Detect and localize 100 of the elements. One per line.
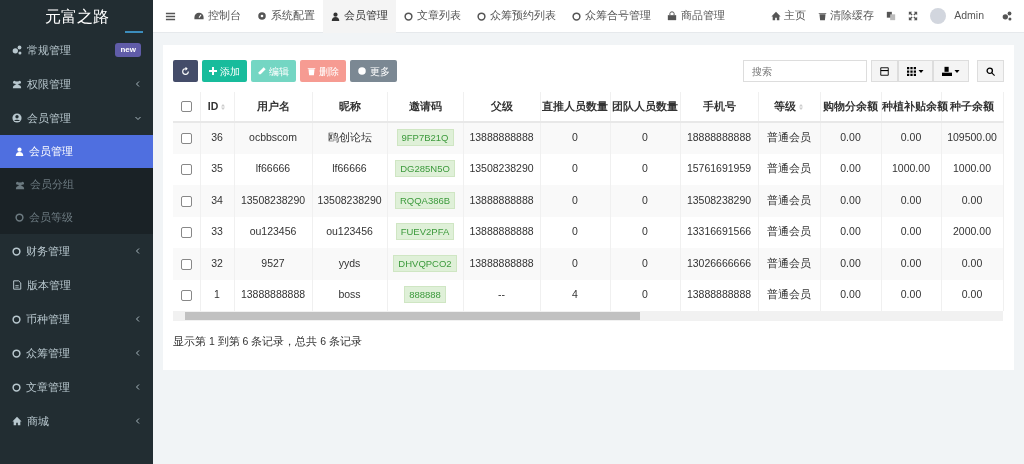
new-badge: new <box>115 43 141 57</box>
sidebar-item[interactable]: 币种管理 <box>0 302 153 336</box>
table-cell: 0.00 <box>961 193 983 206</box>
sidebar-item[interactable]: 众筹管理 <box>0 336 153 370</box>
table-cell: 35 <box>211 162 223 175</box>
circle-icon <box>15 213 24 222</box>
search-icon <box>986 66 995 76</box>
nav-tab[interactable]: 系统配置 <box>249 0 323 33</box>
nav-tab[interactable]: 众筹预约列表 <box>469 0 564 33</box>
table-cell: 0.00 <box>840 162 861 175</box>
table-cell: 0.00 <box>900 131 922 144</box>
home-link[interactable]: 主页 <box>765 0 813 33</box>
table-cell: 普通会员 <box>767 131 811 144</box>
table-cell: 普通会员 <box>767 256 811 269</box>
file-icon <box>12 280 22 290</box>
row-checkbox[interactable] <box>180 227 192 239</box>
table-cell: 0.00 <box>840 288 861 301</box>
sidebar-item[interactable]: 财务管理 <box>0 234 153 268</box>
column-header[interactable]: 等级 <box>774 99 796 112</box>
table-cell: 13888888888 <box>240 288 306 301</box>
invite-code-tag: 9FP7B21Q <box>396 129 454 147</box>
row-checkbox[interactable] <box>180 164 192 176</box>
table-cell: 13316691566 <box>686 225 752 238</box>
toggle-view-button[interactable] <box>871 60 898 82</box>
table-cell: 0 <box>572 256 578 269</box>
invite-code-tag: 888888 <box>404 286 446 304</box>
table-cell: 0.00 <box>900 256 922 269</box>
submenu-item[interactable]: 会员管理 <box>0 135 153 168</box>
table-cell: ou123456 <box>326 225 373 238</box>
nav-tab[interactable]: 控制台 <box>186 0 249 33</box>
pencil-icon <box>258 67 266 75</box>
grid-icon <box>907 66 916 76</box>
table-cell: 109500.00 <box>947 131 997 144</box>
submenu-item[interactable]: 会员等级 <box>0 201 153 234</box>
export-button[interactable] <box>933 60 969 82</box>
trash-icon <box>818 11 828 21</box>
table-cell: 0.00 <box>840 193 861 206</box>
sidebar-item[interactable]: 商城 <box>0 404 153 438</box>
table-cell: ou123456 <box>249 225 297 238</box>
refresh-button[interactable] <box>173 60 198 82</box>
nav-tab[interactable]: 商品管理 <box>659 0 733 33</box>
invite-code-tag: FUEV2PFA <box>395 223 455 241</box>
sidebar-item[interactable]: 常规管理 new <box>0 33 153 67</box>
table-cell: 13888888888 <box>469 256 534 269</box>
user-icon <box>331 11 340 21</box>
sidebar-item[interactable]: 权限管理 <box>0 67 153 101</box>
table-cell: 32 <box>211 256 223 269</box>
translate-icon <box>886 11 897 21</box>
submenu-item[interactable]: 会员分组 <box>0 168 153 201</box>
column-header: 手机号 <box>702 99 736 112</box>
sidebar-item[interactable]: 会员管理 <box>0 101 153 135</box>
table-cell: 34 <box>211 193 223 206</box>
table-cell: 1000.00 <box>892 162 930 175</box>
search-button[interactable] <box>977 60 1004 82</box>
nav-tab[interactable]: 众筹合号管理 <box>564 0 659 33</box>
table-cell: lf66666 <box>332 162 367 175</box>
table-cell: 0 <box>642 288 648 301</box>
more-button[interactable]: 更多 <box>350 60 397 82</box>
gears-icon <box>1002 11 1012 21</box>
user-icon <box>15 147 24 156</box>
row-checkbox[interactable] <box>180 290 192 302</box>
user-menu[interactable]: Admin <box>924 0 996 33</box>
clear-cache-button[interactable]: 清除缓存 <box>812 0 881 33</box>
table-cell: 13508238290 <box>686 193 752 206</box>
table-cell: 0.00 <box>961 288 983 301</box>
table-cell: 普通会员 <box>767 162 811 175</box>
row-checkbox[interactable] <box>180 258 192 270</box>
table-cell: 0.00 <box>840 225 861 238</box>
table-cell: 1000.00 <box>953 162 991 175</box>
column-header: 用户名 <box>256 99 290 112</box>
table-cell: 13888888888 <box>686 288 752 301</box>
sidebar-item[interactable]: 文章管理 <box>0 370 153 404</box>
sidebar-item[interactable]: 版本管理 <box>0 268 153 302</box>
table-cell: 13888888888 <box>469 225 534 238</box>
pagination-summary: 显示第 1 到第 6 条记录，总共 6 条记录 <box>173 334 364 349</box>
columns-button[interactable] <box>898 60 933 82</box>
table-cell: 36 <box>211 131 223 144</box>
column-header[interactable]: ID <box>207 99 219 112</box>
table-cell: yyds <box>338 256 361 269</box>
table-cell: 13026666666 <box>686 256 752 269</box>
refresh-icon <box>181 66 190 76</box>
row-checkbox[interactable] <box>180 133 192 145</box>
nav-tab[interactable]: 会员管理 <box>323 0 396 33</box>
row-checkbox[interactable] <box>180 195 192 207</box>
search-field[interactable]: 搜索 <box>743 60 867 82</box>
gears-icon <box>12 45 22 55</box>
horizontal-scrollbar[interactable] <box>173 311 1003 321</box>
column-header: 团队人员数量 <box>612 99 678 112</box>
table-cell: 13508238290 <box>317 193 382 206</box>
home-icon <box>771 11 782 21</box>
select-all-checkbox[interactable] <box>180 101 192 113</box>
circle-icon <box>572 11 581 21</box>
column-header: 种植补贴余额 <box>881 99 948 112</box>
table-cell: 0 <box>572 131 578 144</box>
nav-tab[interactable]: 文章列表 <box>396 0 469 33</box>
table-cell: 0 <box>572 225 578 238</box>
table-cell: 0.00 <box>900 225 922 238</box>
table-cell: 9527 <box>261 256 285 269</box>
circle-icon <box>12 314 21 324</box>
circle-icon <box>404 11 413 21</box>
